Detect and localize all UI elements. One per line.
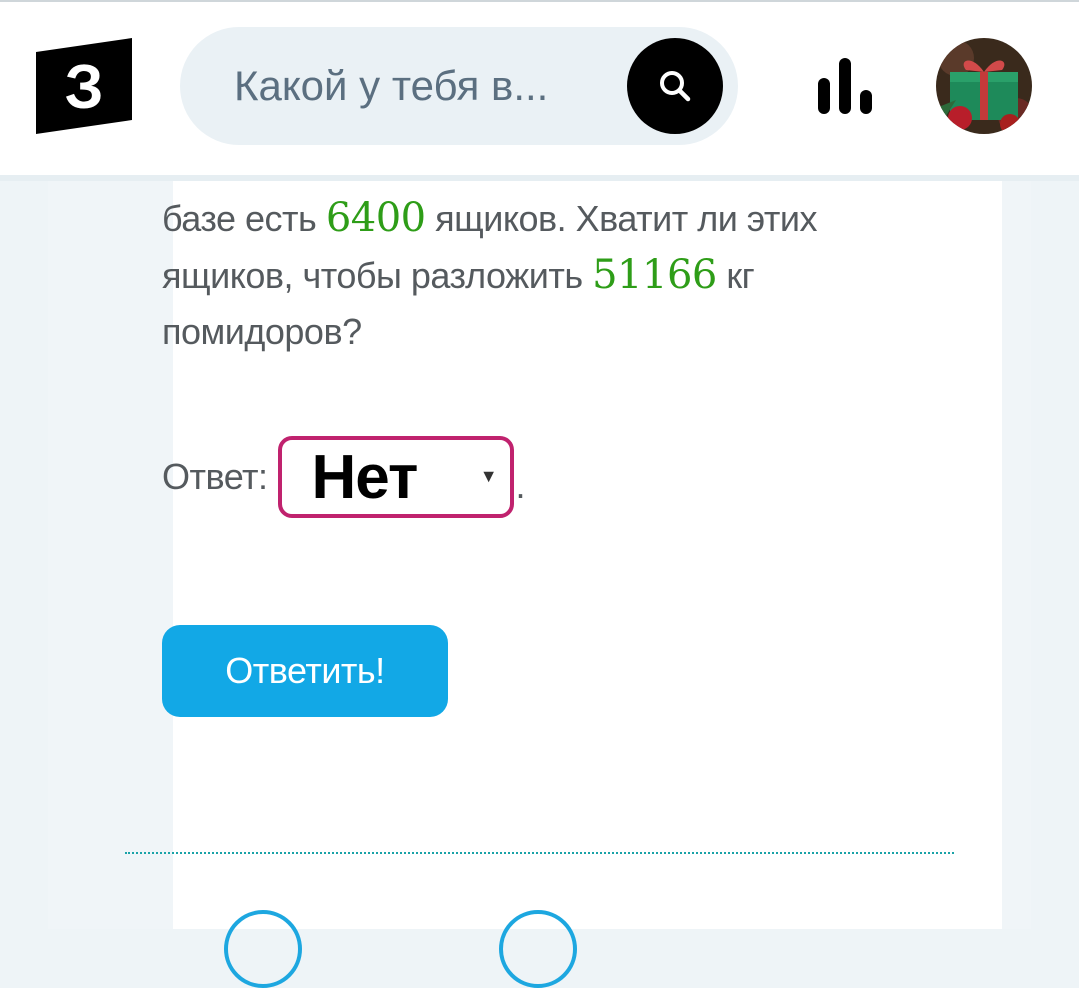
user-avatar[interactable] xyxy=(936,38,1032,134)
dropdown-caret-icon: ▼ xyxy=(479,466,498,486)
boxes-count: 6400 xyxy=(325,195,426,241)
logo-letter: З xyxy=(65,53,104,122)
header-shadow xyxy=(0,175,1079,181)
question-line3: помидоров? xyxy=(162,311,362,352)
answer-label: Ответ: xyxy=(162,456,268,497)
search-icon xyxy=(660,71,691,102)
answer-trailing-period: . xyxy=(515,465,526,506)
search-input[interactable]: Какой у тебя в... xyxy=(234,27,614,145)
dotted-separator xyxy=(125,852,954,854)
question-line1-suffix: ящиков. Хватит ли этих xyxy=(425,198,817,239)
question-line2-prefix: ящиков, чтобы разложить xyxy=(162,255,593,296)
submit-answer-button[interactable]: Ответить! xyxy=(162,625,448,717)
answer-row: Ответ: Нет ▼ . xyxy=(162,433,526,521)
bar-chart-icon[interactable] xyxy=(816,58,874,114)
question-line2-suffix: кг xyxy=(716,255,755,296)
circle-icon-left[interactable] xyxy=(224,910,302,988)
question-line1-prefix: базе есть xyxy=(162,198,326,239)
question-text: базе есть 6400 ящиков. Хватит ли этих ящ… xyxy=(162,190,922,360)
search-button[interactable] xyxy=(627,38,723,134)
circle-icon-right[interactable] xyxy=(499,910,577,988)
tomato-weight: 51166 xyxy=(592,252,717,298)
app-header: З Какой у тебя в... xyxy=(0,0,1079,175)
zen-logo-icon[interactable]: З xyxy=(36,38,132,134)
answer-selected-value: Нет xyxy=(311,443,419,512)
search-bar[interactable]: Какой у тебя в... xyxy=(180,27,738,145)
gift-avatar-image xyxy=(936,38,1032,134)
answer-select[interactable]: Нет ▼ xyxy=(277,436,514,518)
